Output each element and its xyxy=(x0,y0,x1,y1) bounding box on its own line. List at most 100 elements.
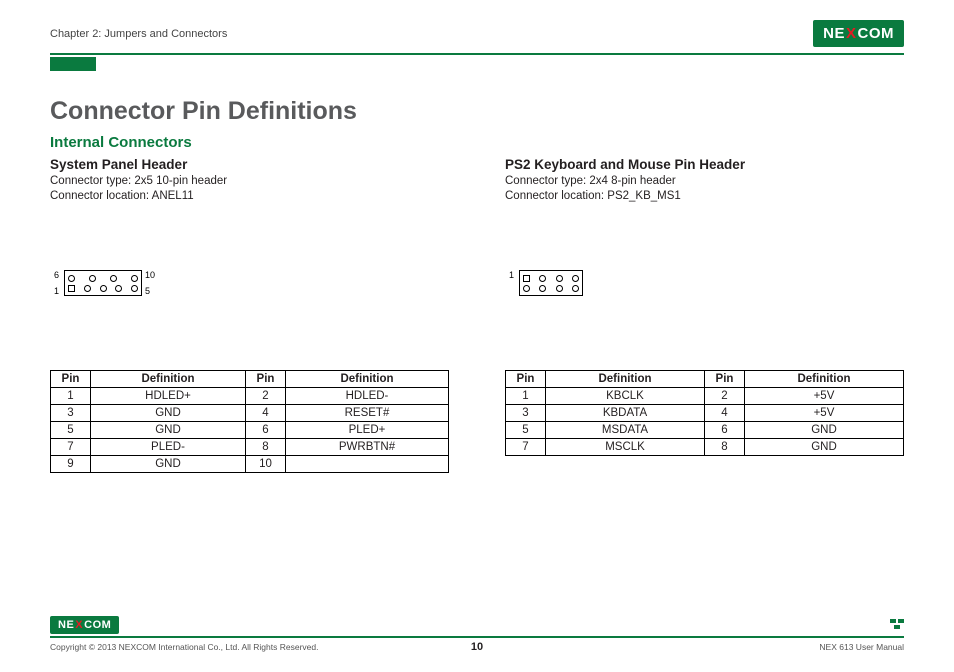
table-row: 3KBDATA4+5V xyxy=(506,405,904,422)
cell: HDLED+ xyxy=(91,388,246,405)
pin-dot-icon xyxy=(84,285,91,292)
cell: 7 xyxy=(51,439,91,456)
cell: 5 xyxy=(506,422,546,439)
pin-square-icon xyxy=(523,275,530,282)
th-def: Definition xyxy=(745,371,904,388)
table-row: 1KBCLK2+5V xyxy=(506,388,904,405)
footer-mark-icon xyxy=(890,619,904,630)
cell: GND xyxy=(745,422,904,439)
pin-dot-icon xyxy=(131,275,138,282)
copyright-text: Copyright © 2013 NEXCOM International Co… xyxy=(50,642,318,652)
left-heading: System Panel Header xyxy=(50,157,449,172)
logo-text-post: COM xyxy=(84,619,111,631)
right-conn-type: Connector type: 2x4 8-pin header xyxy=(505,175,904,187)
th-def: Definition xyxy=(285,371,448,388)
table-row: 7MSCLK8GND xyxy=(506,439,904,456)
chapter-label: Chapter 2: Jumpers and Connectors xyxy=(50,28,227,40)
cell: 2 xyxy=(705,388,745,405)
pin-dot-icon xyxy=(539,275,546,282)
table-row: 5GND6PLED+ xyxy=(51,422,449,439)
footer-logo: NEXCOM xyxy=(50,616,119,634)
section-tab xyxy=(50,57,96,71)
table-header-row: Pin Definition Pin Definition xyxy=(51,371,449,388)
pin-label-6: 6 xyxy=(54,270,59,280)
right-pin-table: Pin Definition Pin Definition 1KBCLK2+5V… xyxy=(505,370,904,456)
cell: GND xyxy=(91,405,246,422)
page-header: Chapter 2: Jumpers and Connectors NEXCOM xyxy=(50,20,904,47)
pin-dot-icon xyxy=(110,275,117,282)
table-header-row: Pin Definition Pin Definition xyxy=(506,371,904,388)
right-diagram: 1 xyxy=(505,248,904,318)
brand-logo: NEXCOM xyxy=(813,20,904,47)
pin-dot-icon xyxy=(539,285,546,292)
page-number: 10 xyxy=(471,641,483,653)
cell: 3 xyxy=(506,405,546,422)
cell: GND xyxy=(91,422,246,439)
logo-text-x: X xyxy=(846,25,857,42)
cell: 8 xyxy=(705,439,745,456)
table-row: 5MSDATA6GND xyxy=(506,422,904,439)
th-pin: Pin xyxy=(705,371,745,388)
pin-dot-icon xyxy=(89,275,96,282)
cell: 5 xyxy=(51,422,91,439)
pin-dot-icon xyxy=(115,285,122,292)
cell: MSCLK xyxy=(546,439,705,456)
header-2x4-box xyxy=(519,270,583,296)
pin-dot-icon xyxy=(523,285,530,292)
pin-dot-icon xyxy=(556,275,563,282)
cell: 1 xyxy=(506,388,546,405)
pin-dot-icon xyxy=(68,275,75,282)
cell: 6 xyxy=(705,422,745,439)
pin-row xyxy=(68,285,138,292)
cell: GND xyxy=(91,456,246,473)
cell: KBCLK xyxy=(546,388,705,405)
th-def: Definition xyxy=(546,371,705,388)
cell: KBDATA xyxy=(546,405,705,422)
left-column: System Panel Header Connector type: 2x5 … xyxy=(50,157,449,473)
cell: MSDATA xyxy=(546,422,705,439)
content-columns: System Panel Header Connector type: 2x5 … xyxy=(50,157,904,473)
table-row: 7PLED-8PWRBTN# xyxy=(51,439,449,456)
left-diagram: 6 10 1 5 xyxy=(50,248,449,318)
pin-dot-icon xyxy=(572,285,579,292)
header-2x5-box xyxy=(64,270,142,296)
cell: PLED+ xyxy=(285,422,448,439)
th-pin: Pin xyxy=(506,371,546,388)
cell: 4 xyxy=(705,405,745,422)
right-conn-location: Connector location: PS2_KB_MS1 xyxy=(505,190,904,202)
th-pin: Pin xyxy=(51,371,91,388)
logo-text-pre: NE xyxy=(58,619,74,631)
pin-label-1: 1 xyxy=(54,286,59,296)
cell: 7 xyxy=(506,439,546,456)
cell: GND xyxy=(745,439,904,456)
cell: RESET# xyxy=(285,405,448,422)
right-heading: PS2 Keyboard and Mouse Pin Header xyxy=(505,157,904,172)
table-row: 1HDLED+2HDLED- xyxy=(51,388,449,405)
footer-row: Copyright © 2013 NEXCOM International Co… xyxy=(50,642,904,652)
page-footer: NEXCOM Copyright © 2013 NEXCOM Internati… xyxy=(50,616,904,652)
pin-label-10: 10 xyxy=(145,270,155,280)
cell: PWRBTN# xyxy=(285,439,448,456)
cell xyxy=(285,456,448,473)
cell: 3 xyxy=(51,405,91,422)
pin-square-icon xyxy=(68,285,75,292)
logo-text-post: COM xyxy=(858,25,895,42)
pin-dot-icon xyxy=(556,285,563,292)
left-pin-table: Pin Definition Pin Definition 1HDLED+2HD… xyxy=(50,370,449,473)
cell: 10 xyxy=(245,456,285,473)
pin-label-5: 5 xyxy=(145,286,150,296)
pin-dot-icon xyxy=(572,275,579,282)
cell: 6 xyxy=(245,422,285,439)
manual-code: NEX 613 User Manual xyxy=(819,642,904,652)
pin-row xyxy=(523,275,579,282)
footer-rule xyxy=(50,636,904,638)
logo-text-x: X xyxy=(75,619,83,631)
cell: +5V xyxy=(745,405,904,422)
cell: PLED- xyxy=(91,439,246,456)
cell: 8 xyxy=(245,439,285,456)
table-row: 3GND4RESET# xyxy=(51,405,449,422)
left-conn-type: Connector type: 2x5 10-pin header xyxy=(50,175,449,187)
pin-row xyxy=(68,275,138,282)
cell: +5V xyxy=(745,388,904,405)
header-rule xyxy=(50,53,904,55)
